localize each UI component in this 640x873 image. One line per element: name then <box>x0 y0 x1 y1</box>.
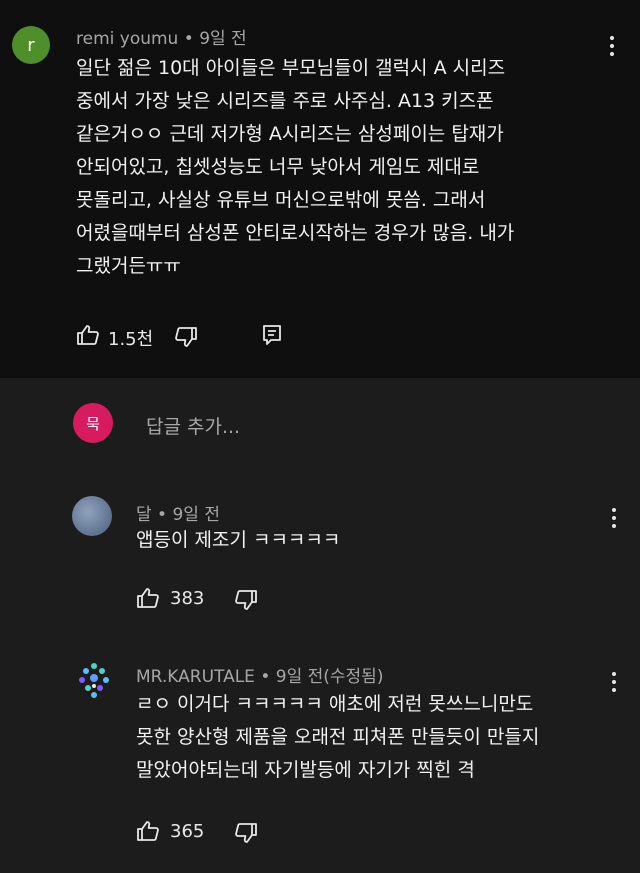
reply-meta: MR.KARUTALE • 9일 전(수정됨) <box>136 662 383 687</box>
top-comment: r remi youmu • 9일 전 일단 젊은 10대 아이들은 부모님들이… <box>0 0 640 378</box>
avatar[interactable]: r <box>12 26 50 64</box>
comment-time[interactable]: 9일 전 <box>172 505 220 525</box>
author-name[interactable]: MR.KARUTALE <box>136 667 255 687</box>
avatar[interactable] <box>72 496 112 536</box>
author-name[interactable]: remi youmu <box>76 29 178 49</box>
comment-time[interactable]: 9일 전 <box>199 29 247 49</box>
like-count: 383 <box>170 588 205 609</box>
separator-dot: • <box>157 505 173 525</box>
dislike-icon[interactable] <box>234 822 258 844</box>
dislike-icon[interactable] <box>234 589 258 611</box>
comment-meta: remi youmu • 9일 전 <box>76 24 247 49</box>
reply-text: 앱등이 제조기 ㅋㅋㅋㅋㅋ <box>136 529 341 551</box>
reply-input[interactable]: 답글 추가... <box>146 412 240 439</box>
comment-text: 일단 젊은 10대 아이들은 부모님들이 갤럭시 A 시리즈 중에서 가장 낮은… <box>76 57 515 277</box>
separator-dot: • <box>260 667 276 687</box>
separator-dot: • <box>183 29 200 49</box>
like-icon[interactable] <box>136 820 160 842</box>
like-icon[interactable] <box>136 587 160 609</box>
user-avatar: 묵 <box>73 403 113 443</box>
dislike-icon[interactable] <box>174 326 198 348</box>
more-icon[interactable] <box>611 672 617 692</box>
avatar-letter: 묵 <box>86 414 100 433</box>
comment-time[interactable]: 9일 전(수정됨) <box>276 667 384 687</box>
like-count: 1.5천 <box>108 329 154 350</box>
avatar-letter: r <box>27 34 35 56</box>
reply-icon[interactable] <box>262 324 282 346</box>
author-name[interactable]: 달 <box>136 505 152 525</box>
reply-meta: 달 • 9일 전 <box>136 500 220 525</box>
more-icon[interactable] <box>611 508 617 528</box>
like-icon[interactable] <box>76 324 100 346</box>
like-count: 365 <box>170 821 205 842</box>
reply-text: ㄹㅇ 이거다 ㅋㅋㅋㅋㅋ 애초에 저런 못쓰느니만도 못한 양산형 제품을 오래… <box>136 693 540 781</box>
avatar[interactable] <box>72 658 116 702</box>
